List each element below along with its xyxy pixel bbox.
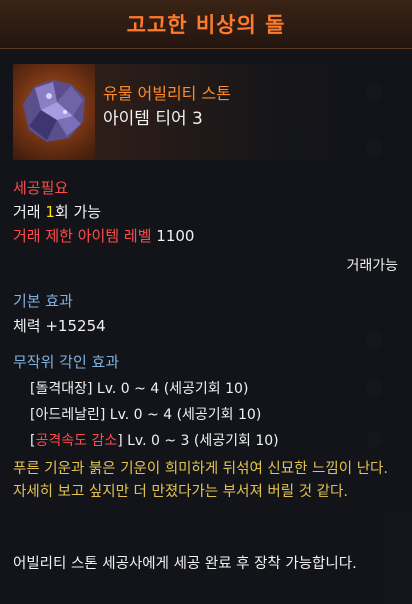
- item-tier: 아이템 티어 3: [103, 109, 203, 129]
- engraving-name-negative: 공격속도 감소: [35, 433, 118, 449]
- tradeable-label: 거래가능: [346, 258, 398, 274]
- trade-count-suffix: 회 가능: [54, 203, 102, 221]
- equip-notice: 어빌리티 스톤 세공사에게 세공 완료 후 장착 가능합니다.: [13, 556, 357, 572]
- engraving-name: 아드레날린: [35, 407, 100, 423]
- requirement-header: 세공필요: [13, 179, 69, 197]
- item-title: 고고한 비상의 돌: [126, 13, 286, 37]
- item-tooltip: 고고한 비상의 돌 유물 어빌리티 스톤 아이템 티어 3 세공필요 거래 1회…: [0, 0, 412, 604]
- item-icon-frame: [13, 64, 95, 160]
- tooltip-title-bar: 고고한 비상의 돌: [0, 0, 412, 49]
- engraving-name: 돌격대장: [35, 381, 87, 397]
- trade-level-limit: 거래 제한 아이템 레벨 1100: [13, 225, 194, 246]
- engraving-line: [아드레날린] Lv. 0 ~ 4 (세공기회 10): [30, 407, 262, 423]
- flavor-text: 푸른 기운과 붉은 기운이 희미하게 뒤섞여 신묘한 느낌이 난다. 자세히 보…: [13, 461, 388, 500]
- random-engraving-header: 무작위 각인 효과: [13, 353, 120, 371]
- trade-count-value: 1: [45, 203, 55, 221]
- engraving-range: ] Lv. 0 ~ 4 (세공기회 10): [99, 407, 262, 423]
- trade-level-label: 거래 제한 아이템 레벨: [13, 227, 152, 245]
- trade-count-prefix: 거래: [13, 203, 46, 221]
- engraving-line: [공격속도 감소] Lv. 0 ~ 3 (세공기회 10): [30, 433, 279, 449]
- base-effect-header: 기본 효과: [13, 292, 73, 310]
- trade-level-value: 1100: [156, 227, 195, 245]
- trade-count: 거래 1회 가능: [13, 201, 101, 222]
- base-effect-stat: 체력 +15254: [13, 317, 106, 335]
- engraving-line: [돌격대장] Lv. 0 ~ 4 (세공기회 10): [30, 381, 249, 397]
- engraving-range: ] Lv. 0 ~ 3 (세공기회 10): [117, 433, 279, 449]
- engraving-range: ] Lv. 0 ~ 4 (세공기회 10): [87, 381, 249, 397]
- item-grade: 유물 어빌리티 스톤: [103, 84, 231, 103]
- amethyst-stone-icon: [23, 80, 85, 142]
